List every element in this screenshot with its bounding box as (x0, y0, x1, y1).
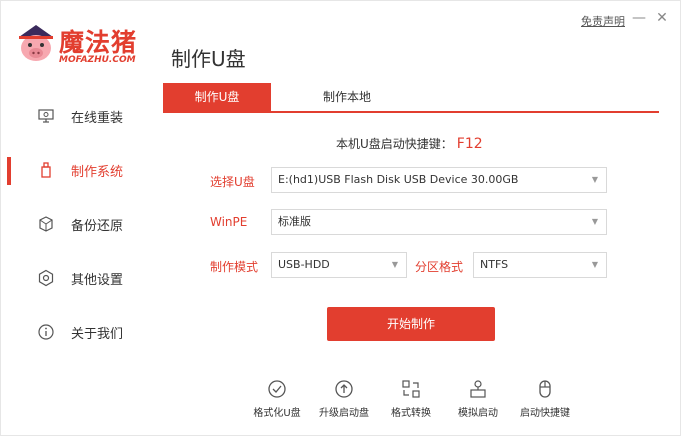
dropdown-caret-icon: ▼ (591, 260, 598, 269)
usb-device-select[interactable]: E:(hd1)USB Flash Disk USB Device 30.00GB… (271, 167, 607, 193)
tab-bar: 制作U盘 制作本地 (163, 83, 659, 113)
close-button[interactable]: ✕ (654, 9, 670, 27)
sidebar-item-label: 备份还原 (71, 219, 124, 234)
hotkey-value: F12 (456, 136, 483, 152)
gear-icon (38, 269, 54, 287)
boot-hotkey-hint: 本机U盘启动快捷键： F12 (336, 135, 483, 152)
usb-select-label: 选择U盘 (210, 175, 255, 189)
make-mode-value: USB-HDD (278, 258, 330, 271)
boot-hotkey-tool[interactable]: 启动快捷键 (510, 379, 580, 423)
page-title: 制作U盘 (171, 47, 246, 71)
minimize-button[interactable]: — (631, 9, 647, 27)
simulate-icon (470, 380, 486, 398)
backup-icon (39, 216, 53, 232)
usb-icon (41, 162, 51, 178)
sidebar-item-label: 在线重装 (71, 111, 124, 126)
sidebar-item-label: 其他设置 (71, 273, 124, 288)
monitor-icon (38, 109, 54, 123)
make-mode-select[interactable]: USB-HDD ▼ (271, 252, 407, 278)
logo: 魔法猪 MOFAZHU.COM (15, 23, 155, 69)
tool-label: 格式转换 (391, 408, 431, 419)
sidebar-item-label: 制作系统 (71, 165, 124, 180)
start-making-button[interactable]: 开始制作 (327, 307, 495, 341)
format-usb-tool[interactable]: 格式化U盘 (242, 379, 312, 423)
convert-icon (402, 380, 420, 398)
dropdown-caret-icon: ▼ (591, 217, 598, 226)
dropdown-caret-icon: ▼ (391, 260, 398, 269)
tool-label: 升级启动盘 (319, 408, 369, 419)
partition-format-label: 分区格式 (415, 260, 464, 274)
logo-text-en: MOFAZHU.COM (59, 55, 136, 65)
tool-label: 启动快捷键 (520, 408, 570, 419)
upgrade-boot-disk-tool[interactable]: 升级启动盘 (309, 379, 379, 423)
active-indicator (7, 157, 11, 185)
arrow-up-circle-icon (335, 380, 353, 398)
disclaimer-link[interactable]: 免责声明 (581, 13, 625, 29)
logo-text-cn: 魔法猪 (59, 28, 138, 57)
sidebar-item-backup-restore[interactable]: 备份还原 (1, 199, 151, 249)
partition-format-value: NTFS (480, 258, 509, 271)
tab-make-local[interactable]: 制作本地 (293, 83, 401, 111)
tab-make-usb[interactable]: 制作U盘 (163, 83, 271, 111)
tool-label: 格式化U盘 (253, 408, 301, 419)
sidebar-item-label: 关于我们 (71, 327, 124, 342)
simulate-boot-tool[interactable]: 模拟启动 (443, 379, 513, 423)
sidebar: 在线重装 制作系统 备份还原 其他设置 关于我们 (1, 89, 161, 359)
mouse-icon (539, 380, 551, 398)
sidebar-item-make-system[interactable]: 制作系统 (1, 145, 151, 195)
partition-format-select[interactable]: NTFS ▼ (473, 252, 607, 278)
make-mode-label: 制作模式 (210, 260, 259, 274)
winpe-select[interactable]: 标准版 ▼ (271, 209, 607, 235)
winpe-label: WinPE (210, 215, 248, 229)
pig-logo-icon (19, 25, 53, 61)
winpe-value: 标准版 (278, 215, 311, 228)
check-circle-icon (268, 380, 286, 398)
format-convert-tool[interactable]: 格式转换 (376, 379, 446, 423)
info-icon (38, 324, 54, 340)
sidebar-item-other-settings[interactable]: 其他设置 (1, 253, 151, 303)
app-window: 魔法猪 MOFAZHU.COM 制作U盘 免责声明 — ✕ 在线重装 制作系统 (0, 0, 681, 436)
hotkey-label: 本机U盘启动快捷键： (336, 137, 453, 151)
sidebar-item-about-us[interactable]: 关于我们 (1, 307, 151, 357)
dropdown-caret-icon: ▼ (591, 175, 598, 184)
tool-label: 模拟启动 (458, 408, 498, 419)
sidebar-item-online-reinstall[interactable]: 在线重装 (1, 91, 151, 141)
usb-device-value: E:(hd1)USB Flash Disk USB Device 30.00GB (278, 173, 519, 186)
